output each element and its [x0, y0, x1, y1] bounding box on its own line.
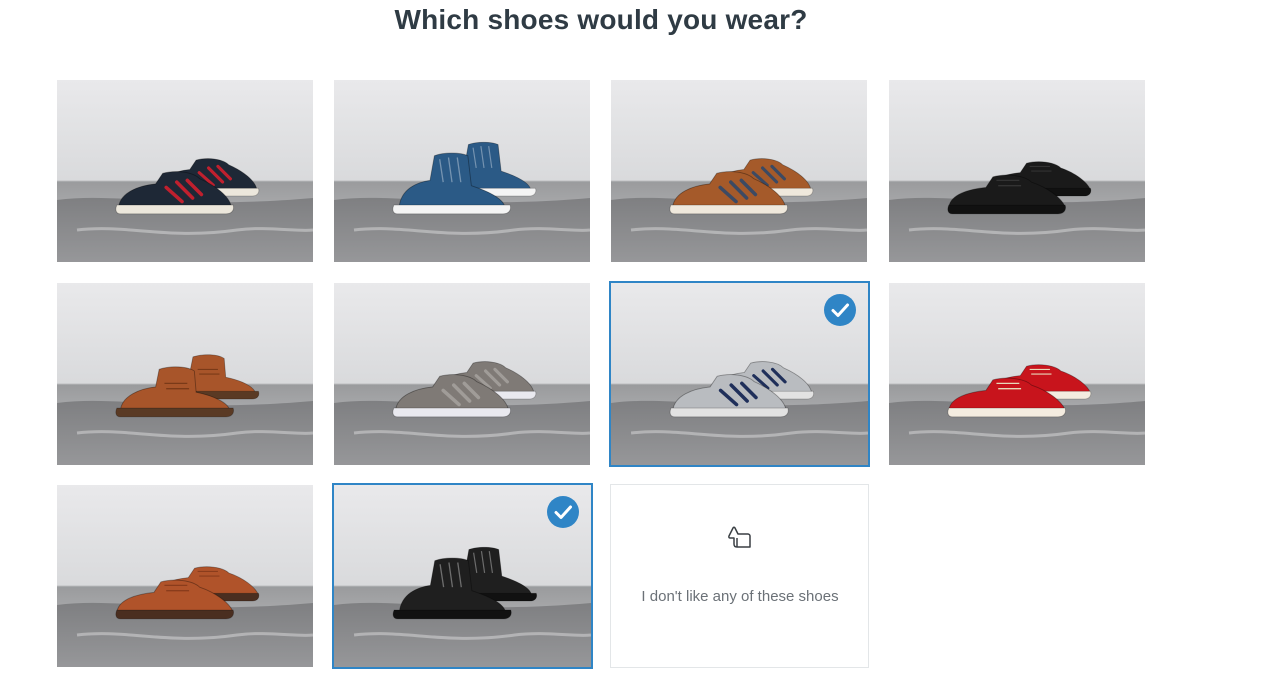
none-of-these-label: I don't like any of these shoes — [641, 588, 839, 605]
shoe-option-4[interactable] — [889, 80, 1145, 262]
thumbs-down-icon — [728, 526, 751, 548]
shoe-option-5[interactable] — [57, 283, 313, 465]
shoe-photo-9 — [57, 485, 313, 667]
shoe-option-6[interactable] — [334, 283, 590, 465]
shoe-option-7[interactable] — [609, 281, 870, 467]
shoe-photo-6 — [334, 283, 590, 465]
shoe-photo-2 — [334, 80, 590, 262]
shoe-option-9[interactable] — [57, 485, 313, 667]
shoe-photo-4 — [889, 80, 1145, 262]
shoe-photo-8 — [889, 283, 1145, 465]
selected-check-icon — [547, 496, 579, 528]
shoe-photo-3 — [611, 80, 867, 262]
shoe-photo-1 — [57, 80, 313, 262]
shoe-option-1[interactable] — [57, 80, 313, 262]
selected-check-icon — [824, 294, 856, 326]
none-of-these-option[interactable]: I don't like any of these shoes — [610, 484, 869, 668]
shoe-option-8[interactable] — [889, 283, 1145, 465]
shoe-option-2[interactable] — [334, 80, 590, 262]
shoe-photo-5 — [57, 283, 313, 465]
shoe-option-3[interactable] — [611, 80, 867, 262]
question-title: Which shoes would you wear? — [394, 4, 808, 35]
shoe-option-10[interactable] — [332, 483, 593, 669]
